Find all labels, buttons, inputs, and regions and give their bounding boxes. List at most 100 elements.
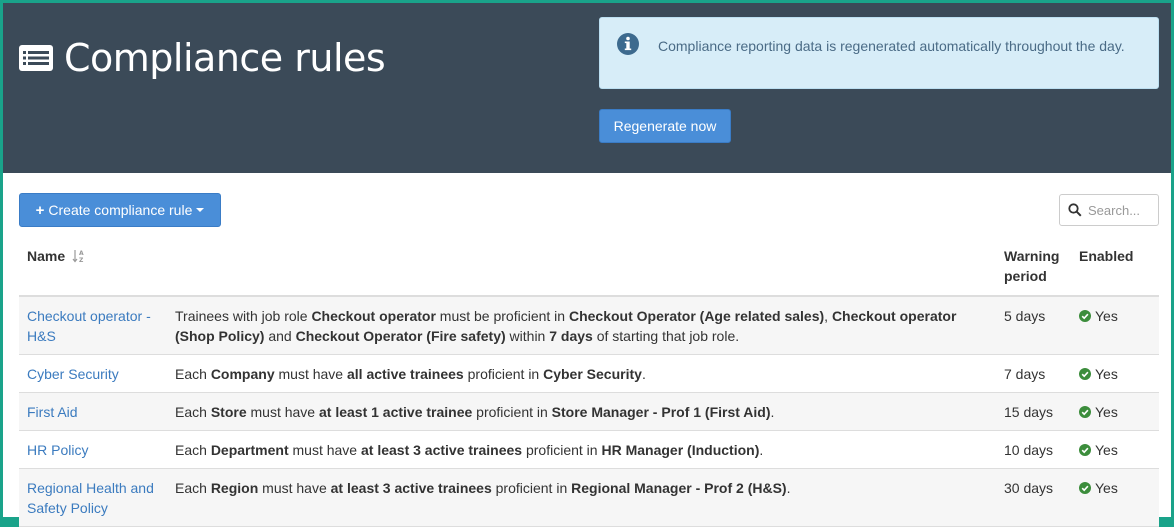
enabled-value: Yes: [1095, 404, 1118, 420]
rule-description-text: Trainees with job role: [175, 308, 312, 324]
rule-description-emphasis: 7 days: [549, 328, 593, 344]
info-alert: Compliance reporting data is regenerated…: [599, 17, 1159, 89]
page-title: Compliance rules: [18, 36, 386, 80]
table-row: Regional Health and Safety Policy Each Re…: [19, 468, 1159, 527]
table-row: First Aid Each Store must have at least 1…: [19, 392, 1159, 431]
rule-description-emphasis: all active trainees: [346, 366, 464, 382]
rule-description-text: must have: [258, 480, 331, 496]
enabled-cell: Yes: [1071, 392, 1159, 431]
column-header-name-label: Name: [27, 248, 66, 264]
info-alert-text: Compliance reporting data is regenerated…: [658, 38, 1125, 54]
rule-description-emphasis: Store Manager - Prof 1 (First Aid): [551, 404, 771, 420]
check-circle-icon: [1079, 310, 1091, 322]
rule-name-link[interactable]: First Aid: [27, 404, 78, 420]
page-title-text: Compliance rules: [64, 36, 386, 80]
rule-description-emphasis: at least 1 active trainee: [318, 404, 473, 420]
create-compliance-rule-label: Create compliance rule: [48, 202, 193, 218]
enabled-value: Yes: [1095, 308, 1118, 324]
table-body: Checkout operator - H&S Trainees with job…: [19, 296, 1159, 527]
rule-description-text: must have: [246, 404, 319, 420]
enabled-cell: Yes: [1071, 468, 1159, 527]
rule-description-text: Each: [175, 366, 211, 382]
sort-alpha-icon: A Z: [72, 250, 84, 263]
rule-description-cell: Each Department must have at least 3 act…: [167, 430, 996, 469]
rule-description-text: within: [505, 328, 550, 344]
rule-description-text: Each: [175, 442, 211, 458]
column-header-enabled: Enabled: [1071, 235, 1159, 297]
table-row: Checkout operator - H&S Trainees with job…: [19, 296, 1159, 355]
rule-description-cell: Each Region must have at least 3 active …: [167, 468, 996, 527]
enabled-value: Yes: [1095, 442, 1118, 458]
rule-description-emphasis: Department: [210, 442, 289, 458]
warning-period-cell: 5 days: [996, 296, 1071, 355]
rule-description-text: of starting that job role.: [592, 328, 740, 344]
rule-description-cell: Each Store must have at least 1 active t…: [167, 392, 996, 431]
column-header-warning-period: Warning period: [996, 235, 1071, 297]
svg-text:A: A: [79, 250, 84, 257]
rule-description-text: .: [641, 366, 646, 382]
rule-name-cell: Regional Health and Safety Policy: [19, 468, 167, 527]
toolbar: + Create compliance rule: [3, 173, 1171, 235]
rule-description-emphasis: Checkout Operator (Fire safety): [295, 328, 506, 344]
enabled-value: Yes: [1095, 366, 1118, 382]
rule-description-text: .: [786, 480, 791, 496]
rule-description-text: proficient in: [522, 442, 602, 458]
rule-description-text: must have: [288, 442, 361, 458]
rule-name-link[interactable]: Checkout operator - H&S: [27, 308, 151, 344]
svg-text:Z: Z: [79, 257, 84, 263]
regenerate-now-button[interactable]: Regenerate now: [599, 109, 731, 143]
rule-name-cell: First Aid: [19, 392, 167, 431]
rule-description-emphasis: Region: [210, 480, 259, 496]
enabled-cell: Yes: [1071, 430, 1159, 469]
table-row: HR Policy Each Department must have at le…: [19, 430, 1159, 469]
plus-icon: +: [35, 201, 45, 219]
check-circle-icon: [1079, 406, 1091, 418]
check-circle-icon: [1079, 482, 1091, 494]
rule-description-emphasis: Regional Manager - Prof 2 (H&S): [571, 480, 787, 496]
enabled-value: Yes: [1095, 480, 1118, 496]
rule-name-cell: HR Policy: [19, 430, 167, 469]
rule-description-emphasis: Company: [210, 366, 275, 382]
warning-period-cell: 10 days: [996, 430, 1071, 469]
rule-description-emphasis: HR Manager (Induction): [601, 442, 760, 458]
column-header-description: [167, 235, 996, 297]
table-row: Cyber Security Each Company must have all…: [19, 354, 1159, 393]
enabled-cell: Yes: [1071, 296, 1159, 355]
rule-name-link[interactable]: Cyber Security: [27, 366, 119, 382]
create-compliance-rule-button[interactable]: + Create compliance rule: [19, 193, 221, 227]
rule-description-text: proficient in: [491, 480, 572, 496]
page-header: Compliance rules Compliance reporting da…: [3, 3, 1171, 173]
rule-name-link[interactable]: HR Policy: [27, 442, 88, 458]
rule-description-text: Each: [175, 404, 211, 420]
rule-description-cell: Each Company must have all active traine…: [167, 354, 996, 393]
rule-description-text: ,: [824, 308, 832, 324]
rule-description-text: must have: [274, 366, 347, 382]
check-circle-icon: [1079, 444, 1091, 456]
rule-description-text: must be proficient in: [435, 308, 569, 324]
warning-header-line1: Warning: [1004, 248, 1060, 264]
warning-header-line2: period: [1004, 268, 1047, 284]
rule-description-emphasis: at least 3 active trainees: [330, 480, 492, 496]
search-input[interactable]: [1088, 202, 1158, 218]
rule-name-link[interactable]: Regional Health and Safety Policy: [27, 480, 154, 516]
list-alt-icon: [19, 45, 53, 71]
warning-period-cell: 7 days: [996, 354, 1071, 393]
rule-description-text: .: [759, 442, 764, 458]
rule-description-emphasis: Cyber Security: [543, 366, 642, 382]
rule-description-emphasis: Checkout operator: [311, 308, 436, 324]
rule-description-text: Each: [175, 480, 211, 496]
rule-description-emphasis: Store: [210, 404, 247, 420]
enabled-cell: Yes: [1071, 354, 1159, 393]
caret-down-icon: [196, 208, 205, 212]
warning-period-cell: 15 days: [996, 392, 1071, 431]
rule-description-text: proficient in: [463, 366, 544, 382]
rule-name-cell: Cyber Security: [19, 354, 167, 393]
search-box[interactable]: [1059, 194, 1159, 226]
rule-name-cell: Checkout operator - H&S: [19, 296, 167, 355]
rule-description-emphasis: Checkout Operator (Age related sales): [568, 308, 825, 324]
rule-description-text: .: [770, 404, 775, 420]
column-header-name[interactable]: Name A Z: [19, 235, 167, 297]
check-circle-icon: [1079, 368, 1091, 380]
compliance-rules-table: Name A Z Warning period Enabled Checkout…: [19, 235, 1159, 527]
rule-description-text: proficient in: [472, 404, 552, 420]
